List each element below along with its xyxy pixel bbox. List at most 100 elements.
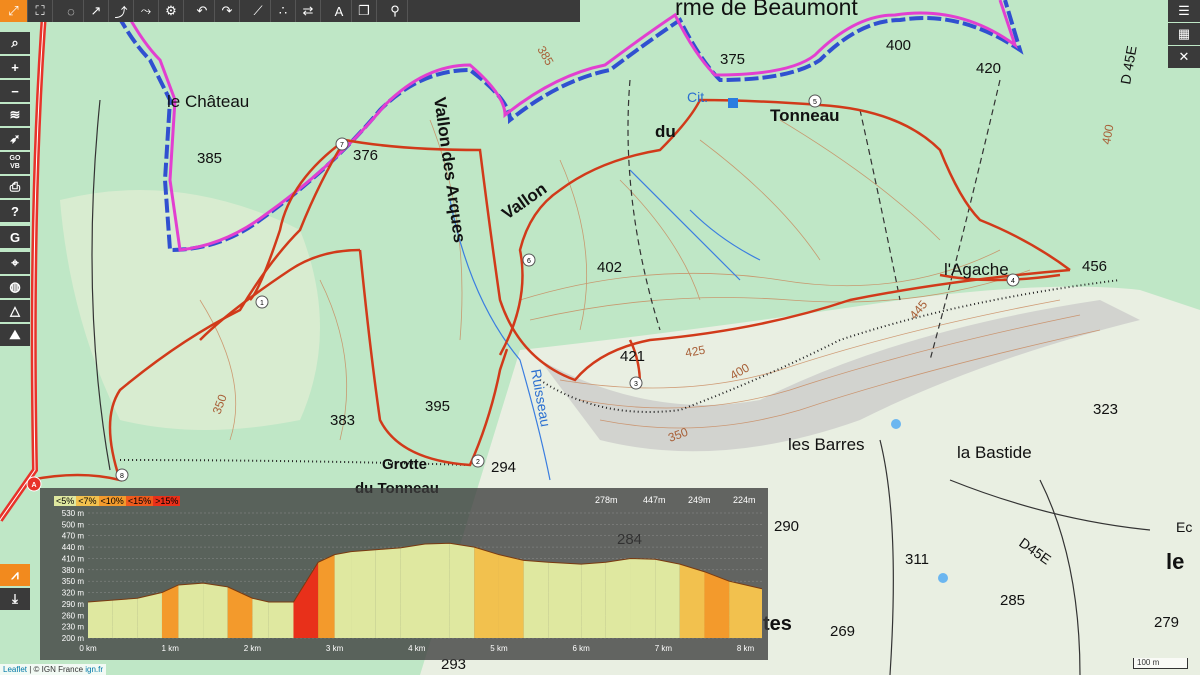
marker-icon: ⚲ — [390, 3, 400, 18]
go-vb-button[interactable]: GO VB — [0, 152, 30, 174]
svg-text:2: 2 — [476, 459, 480, 466]
label-du: du — [655, 122, 676, 141]
fullscreen-button[interactable]: ⤢ — [0, 0, 28, 22]
leaflet-link[interactable]: Leaflet — [3, 665, 27, 674]
search-button[interactable]: ⌕ — [0, 32, 30, 54]
zoom-out-button[interactable]: − — [0, 80, 30, 102]
profile-segment — [137, 592, 162, 638]
svg-text:6: 6 — [527, 258, 531, 265]
node-button[interactable]: ⟋ — [246, 0, 271, 22]
profile-segment — [88, 600, 113, 638]
profile-segment — [112, 598, 138, 638]
profile-segment — [474, 547, 499, 638]
label-grotte: Grotte — [382, 456, 427, 473]
undo-icon: ↶ — [196, 3, 208, 18]
profile-segment — [729, 581, 762, 638]
waypoint-7[interactable]: 7 — [335, 137, 349, 151]
profile-segment — [605, 558, 631, 638]
svg-text:4: 4 — [1011, 278, 1015, 285]
elevation-button[interactable]: ⩘ — [0, 564, 30, 586]
undo-button[interactable]: ↶ — [190, 0, 215, 22]
mountain-icon: ⛰ — [9, 327, 21, 342]
svg-text:5: 5 — [813, 99, 817, 106]
bike-icon: ⚙ — [165, 3, 177, 18]
help-button[interactable]: ? — [0, 200, 30, 222]
globe-button[interactable]: ◍ — [0, 276, 30, 298]
layers-icon: ≋ — [9, 107, 21, 122]
reverse-icon: ⇄ — [302, 3, 314, 18]
translate-icon: A — [334, 3, 344, 19]
hide-button[interactable]: ◌ — [59, 0, 84, 22]
x-tick-label: 1 km — [162, 644, 180, 653]
label-alt-279: 279 — [1154, 614, 1179, 631]
mountain-button[interactable]: ⛰ — [0, 324, 30, 346]
draw-icon: ⤴ — [114, 4, 128, 20]
profile-segment — [375, 547, 401, 638]
redo-button[interactable]: ↷ — [215, 0, 240, 22]
draw-button[interactable]: ⤴ — [109, 0, 134, 22]
menu-icon: ☰ — [1178, 3, 1190, 18]
waypoint-6[interactable]: 6 — [522, 253, 536, 267]
y-tick-label: 500 m — [62, 520, 85, 529]
translate-button[interactable]: A — [327, 0, 352, 22]
ign-link[interactable]: ign.fr — [85, 665, 103, 674]
peak-button[interactable]: △ — [0, 300, 30, 322]
profile-segment — [203, 583, 228, 638]
copy-button[interactable]: ❐ — [352, 0, 377, 22]
label-alt-375: 375 — [720, 51, 745, 68]
label-alt-395: 395 — [425, 398, 450, 415]
profile-segment — [449, 543, 475, 638]
svg-text:1: 1 — [260, 300, 264, 307]
elevation-profile-panel[interactable]: <5% <7% <10% <15% >15% 278m 447m 249m 22… — [40, 488, 768, 660]
waypoint-1[interactable]: 1 — [255, 295, 269, 309]
close-button[interactable]: ✕ — [1168, 46, 1200, 68]
profile-segment — [704, 571, 730, 638]
zoom-in-button[interactable]: + — [0, 56, 30, 78]
svg-text:8: 8 — [120, 473, 124, 480]
marker-button[interactable]: ⚲ — [383, 0, 408, 22]
segment-button[interactable]: ↗ — [84, 0, 109, 22]
fit-bounds-button[interactable]: ⛶ — [28, 0, 53, 22]
route-button[interactable]: ⤳ — [134, 0, 159, 22]
x-tick-label: 5 km — [490, 644, 508, 653]
label-ec: Ec — [1176, 519, 1192, 535]
download-button[interactable]: ⤓ — [0, 588, 30, 610]
label-les-barres: les Barres — [788, 435, 865, 454]
bike-button[interactable]: ⚙ — [159, 0, 184, 22]
waypoint-3[interactable]: 3 — [629, 376, 643, 390]
print-icon: ⎙ — [9, 179, 21, 194]
waypoint-2[interactable]: 2 — [471, 454, 485, 468]
elevation-icon: ⩘ — [11, 567, 19, 582]
waypoint-8[interactable]: 8 — [115, 468, 129, 482]
crosshair-button[interactable]: ⌖ — [0, 252, 30, 274]
label-alt-269: 269 — [830, 623, 855, 640]
x-tick-label: 6 km — [572, 644, 590, 653]
reverse-button[interactable]: ⇄ — [296, 0, 321, 22]
label-alt-421: 421 — [620, 348, 645, 365]
label-alt-420: 420 — [976, 60, 1001, 77]
profile-segment — [318, 554, 335, 638]
grid-button[interactable]: ▦ — [1168, 23, 1200, 45]
google-button[interactable]: G — [0, 226, 30, 248]
label-alt-285: 285 — [1000, 592, 1025, 609]
layers-button[interactable]: ≋ — [0, 104, 30, 126]
route-icon: ⤳ — [140, 3, 152, 18]
menu-button[interactable]: ☰ — [1168, 0, 1200, 22]
globe-icon: ◍ — [9, 279, 21, 294]
profile-segment — [178, 583, 204, 638]
profile-segment — [655, 559, 680, 638]
redo-icon: ↷ — [221, 3, 233, 18]
x-tick-label: 3 km — [326, 644, 344, 653]
profile-segment — [268, 602, 294, 638]
label-alt-385: 385 — [197, 150, 222, 167]
profile-segment — [548, 562, 582, 638]
print-button[interactable]: ⎙ — [0, 176, 30, 198]
profile-segment — [351, 549, 376, 638]
locate-button[interactable]: ➶ — [0, 128, 30, 150]
nodes-button[interactable]: ∴ — [271, 0, 296, 22]
node-icon: ⟋ — [253, 3, 263, 18]
x-tick-label: 8 km — [737, 644, 755, 653]
google-icon: G — [9, 229, 21, 245]
hide-icon: ◌ — [67, 3, 75, 19]
waypoint-4[interactable]: 4 — [1006, 273, 1020, 287]
